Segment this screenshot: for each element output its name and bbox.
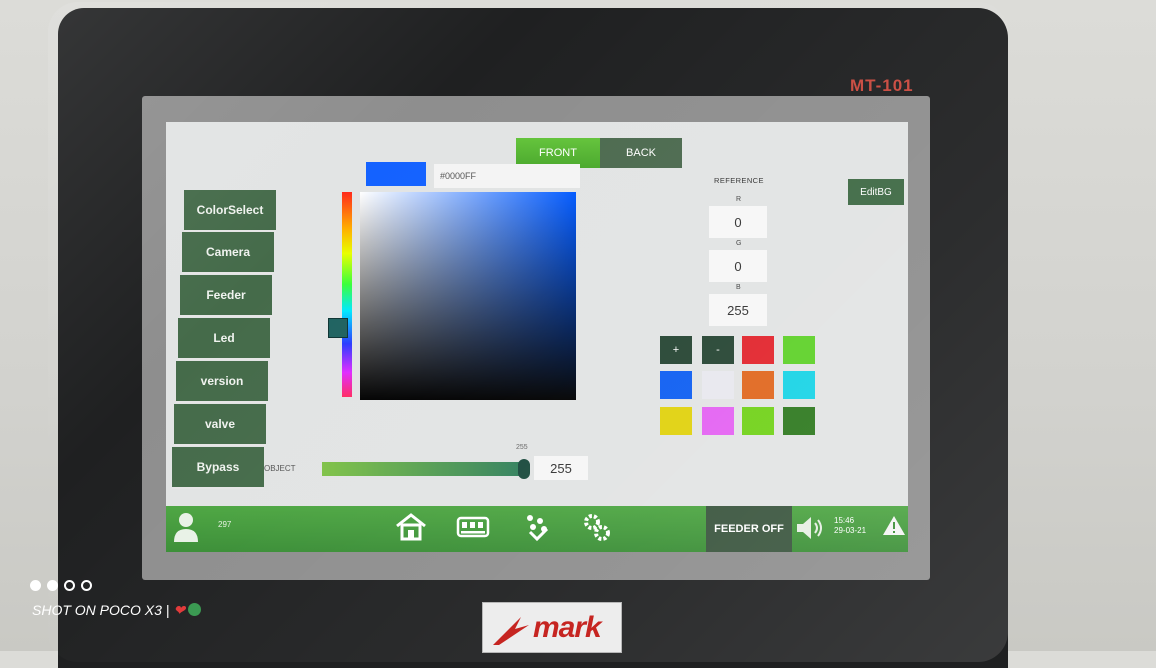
palette-color-orange[interactable] [742,371,774,399]
heart-icon: ❤ [173,602,186,618]
tab-back[interactable]: BACK [600,138,682,168]
object-slider-handle[interactable] [518,459,530,479]
hue-slider[interactable] [342,192,352,397]
object-value-field[interactable]: 255 [534,456,588,480]
palette-color-white[interactable] [702,371,734,399]
remove-color-button[interactable]: - [702,336,734,364]
warning-icon[interactable] [882,514,906,536]
date-text: 29-03-21 [834,526,867,535]
touch-screen: FRONT BACK ColorSelect Camera Feeder Led… [166,122,908,552]
palette-color-yellow[interactable] [660,407,692,435]
gears-icon[interactable] [580,512,614,542]
sidebar-item-colorselect[interactable]: ColorSelect [184,190,276,232]
brand-wordmark: mark [533,611,602,644]
user-id: 297 [218,520,232,529]
b-value-field[interactable]: 255 [709,294,767,326]
sidebar-item-version[interactable]: version [176,361,268,403]
camera-watermark: SHOT ON POCO X3 | ❤ [32,602,202,619]
drops-icon[interactable] [520,512,554,542]
sidebar-item-feeder[interactable]: Feeder [180,275,272,317]
sidebar-item-camera[interactable]: Camera [182,232,274,274]
r-label: R [736,196,742,203]
edit-bg-button[interactable]: EditBG [848,179,904,205]
sidebar-item-led[interactable]: Led [178,318,270,360]
hue-slider-handle[interactable] [328,318,348,338]
home-icon[interactable] [394,512,428,542]
model-label: MT-101 [850,76,914,95]
selected-color-swatch [366,162,426,186]
object-slider-label: OBJECT [264,464,296,473]
globe-icon [188,603,202,616]
add-color-button[interactable]: + [660,336,692,364]
b-label: B [736,284,741,291]
palette-color-pink[interactable] [702,407,734,435]
palette-color-lime[interactable] [742,407,774,435]
r-value-field[interactable]: 0 [709,206,767,238]
time-text: 15:46 [834,516,855,525]
sidebar-item-bypass[interactable]: Bypass [172,447,264,489]
user-icon[interactable] [172,510,200,544]
g-value-field[interactable]: 0 [709,250,767,282]
clock: 15:46 29-03-21 [834,516,866,536]
feeder-off-button[interactable]: FEEDER OFF [706,506,792,552]
speaker-icon[interactable] [794,514,824,542]
reference-title: REFERENCE [714,176,764,185]
palette-color-red[interactable] [742,336,774,364]
palette-color-green[interactable] [783,336,815,364]
sidebar-item-valve[interactable]: valve [174,404,266,446]
brand-logo: mark [482,602,622,653]
camera-overlay-dots [30,580,92,591]
watermark-text: SHOT ON POCO X3 | [32,602,170,618]
hex-value-field[interactable]: #0000FF [434,164,580,188]
object-slider-track[interactable] [322,462,528,476]
g-label: G [736,240,742,247]
palette-color-blue[interactable] [660,371,692,399]
palette-color-cyan[interactable] [783,371,815,399]
saturation-value-area[interactable] [360,192,576,400]
machine-icon[interactable] [456,512,490,542]
object-slider-top-value: 255 [516,444,528,451]
brand-swoosh [493,617,529,645]
palette-color-dark-green[interactable] [783,407,815,435]
